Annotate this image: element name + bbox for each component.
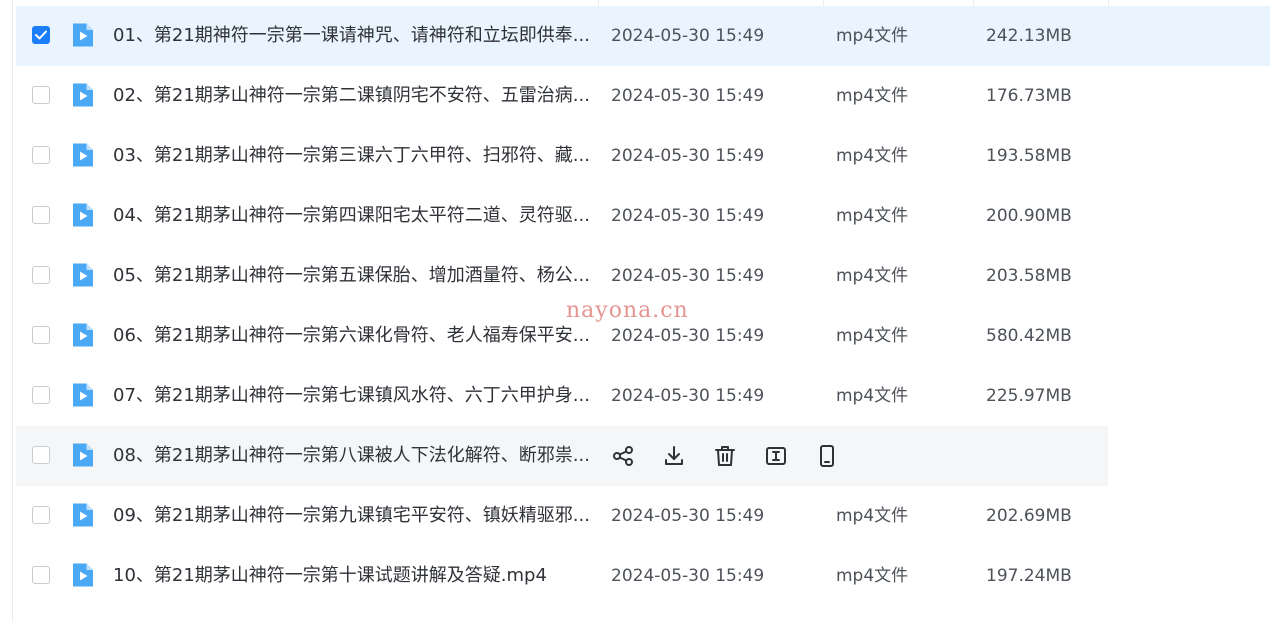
file-name[interactable]: 09、第21期茅山神符一宗第九课镇宅平安符、镇妖精驱邪... [113, 486, 591, 546]
video-file-icon [70, 202, 96, 228]
file-row[interactable]: 05、第21期茅山神符一宗第五课保胎、增加酒量符、杨公... 2024-05-30… [16, 246, 1108, 306]
file-name[interactable]: 03、第21期茅山神符一宗第三课六丁六甲符、扫邪符、藏... [113, 126, 591, 186]
video-file-icon [70, 442, 96, 468]
video-file-icon [70, 82, 96, 108]
file-row[interactable]: 10、第21期茅山神符一宗第十课试题讲解及答疑.mp4 2024-05-30 15… [16, 546, 1108, 606]
row-checkbox[interactable] [32, 386, 50, 404]
file-row[interactable]: 07、第21期茅山神符一宗第七课镇风水符、六丁六甲护身... 2024-05-30… [16, 366, 1108, 426]
file-date: 2024-05-30 15:49 [611, 266, 765, 286]
row-checkbox[interactable] [32, 326, 50, 344]
file-type: mp4文件 [836, 326, 909, 346]
file-date: 2024-05-30 15:49 [611, 506, 765, 526]
file-type: mp4文件 [836, 86, 909, 106]
video-file-icon [70, 262, 96, 288]
file-name[interactable]: 01、第21期神符一宗第一课请神咒、请神符和立坛即供奉... [113, 6, 591, 66]
file-size: 197.24MB [986, 566, 1072, 586]
row-checkbox[interactable] [32, 446, 50, 464]
file-size: 203.58MB [986, 266, 1072, 286]
row-checkbox[interactable] [32, 506, 50, 524]
watermark-text: nayona.cn [566, 298, 689, 323]
file-date: 2024-05-30 15:49 [611, 26, 765, 46]
file-row[interactable]: 01、第21期神符一宗第一课请神咒、请神符和立坛即供奉... 2024-05-30… [16, 6, 1270, 66]
video-file-icon [70, 562, 96, 588]
video-file-icon [70, 382, 96, 408]
file-name[interactable]: 10、第21期茅山神符一宗第十课试题讲解及答疑.mp4 [113, 546, 591, 606]
file-row[interactable]: 03、第21期茅山神符一宗第三课六丁六甲符、扫邪符、藏... 2024-05-30… [16, 126, 1108, 186]
video-file-icon [70, 142, 96, 168]
file-type: mp4文件 [836, 26, 909, 46]
video-file-icon [70, 322, 96, 348]
file-size: 202.69MB [986, 506, 1072, 526]
file-row[interactable]: 02、第21期茅山神符一宗第二课镇阴宅不安符、五雷治病... 2024-05-30… [16, 66, 1108, 126]
file-type: mp4文件 [836, 566, 909, 586]
file-type: mp4文件 [836, 386, 909, 406]
file-type: mp4文件 [836, 266, 909, 286]
file-type: mp4文件 [836, 206, 909, 226]
row-checkbox[interactable] [32, 146, 50, 164]
file-row[interactable]: 08、第21期茅山神符一宗第八课被人下法化解符、断邪祟... [16, 426, 1108, 486]
video-file-icon [70, 502, 96, 528]
row-checkbox[interactable] [32, 206, 50, 224]
checkmark-icon [35, 30, 47, 40]
phone-icon[interactable] [815, 444, 839, 468]
file-date: 2024-05-30 15:49 [611, 566, 765, 586]
file-date: 2024-05-30 15:49 [611, 386, 765, 406]
file-size: 193.58MB [986, 146, 1072, 166]
file-name[interactable]: 04、第21期茅山神符一宗第四课阳宅太平符二道、灵符驱... [113, 186, 591, 246]
file-row[interactable]: 09、第21期茅山神符一宗第九课镇宅平安符、镇妖精驱邪... 2024-05-30… [16, 486, 1108, 546]
file-name[interactable]: 07、第21期茅山神符一宗第七课镇风水符、六丁六甲护身... [113, 366, 591, 426]
file-name[interactable]: 08、第21期茅山神符一宗第八课被人下法化解符、断邪祟... [113, 426, 591, 486]
panel-left-border [12, 0, 13, 622]
file-list-view: 01、第21期神符一宗第一课请神咒、请神符和立坛即供奉... 2024-05-30… [0, 0, 1270, 622]
file-name[interactable]: 02、第21期茅山神符一宗第二课镇阴宅不安符、五雷治病... [113, 66, 591, 126]
file-size: 580.42MB [986, 326, 1072, 346]
file-date: 2024-05-30 15:49 [611, 206, 765, 226]
file-date: 2024-05-30 15:49 [611, 86, 765, 106]
row-checkbox[interactable] [32, 566, 50, 584]
file-row[interactable]: 04、第21期茅山神符一宗第四课阳宅太平符二道、灵符驱... 2024-05-30… [16, 186, 1108, 246]
share-icon[interactable] [611, 444, 635, 468]
file-size: 242.13MB [986, 26, 1072, 46]
file-name[interactable]: 05、第21期茅山神符一宗第五课保胎、增加酒量符、杨公... [113, 246, 591, 306]
file-date: 2024-05-30 15:49 [611, 146, 765, 166]
file-type: mp4文件 [836, 506, 909, 526]
download-icon[interactable] [662, 444, 686, 468]
row-checkbox[interactable] [32, 86, 50, 104]
file-size: 225.97MB [986, 386, 1072, 406]
row-checkbox[interactable] [32, 266, 50, 284]
file-size: 200.90MB [986, 206, 1072, 226]
file-size: 176.73MB [986, 86, 1072, 106]
row-checkbox[interactable] [32, 26, 50, 44]
file-type: mp4文件 [836, 146, 909, 166]
file-row[interactable]: 06、第21期茅山神符一宗第六课化骨符、老人福寿保平安... 2024-05-30… [16, 306, 1108, 366]
rename-icon[interactable] [764, 444, 788, 468]
file-name[interactable]: 06、第21期茅山神符一宗第六课化骨符、老人福寿保平安... [113, 306, 591, 366]
delete-icon[interactable] [713, 444, 737, 468]
video-file-icon [70, 22, 96, 48]
